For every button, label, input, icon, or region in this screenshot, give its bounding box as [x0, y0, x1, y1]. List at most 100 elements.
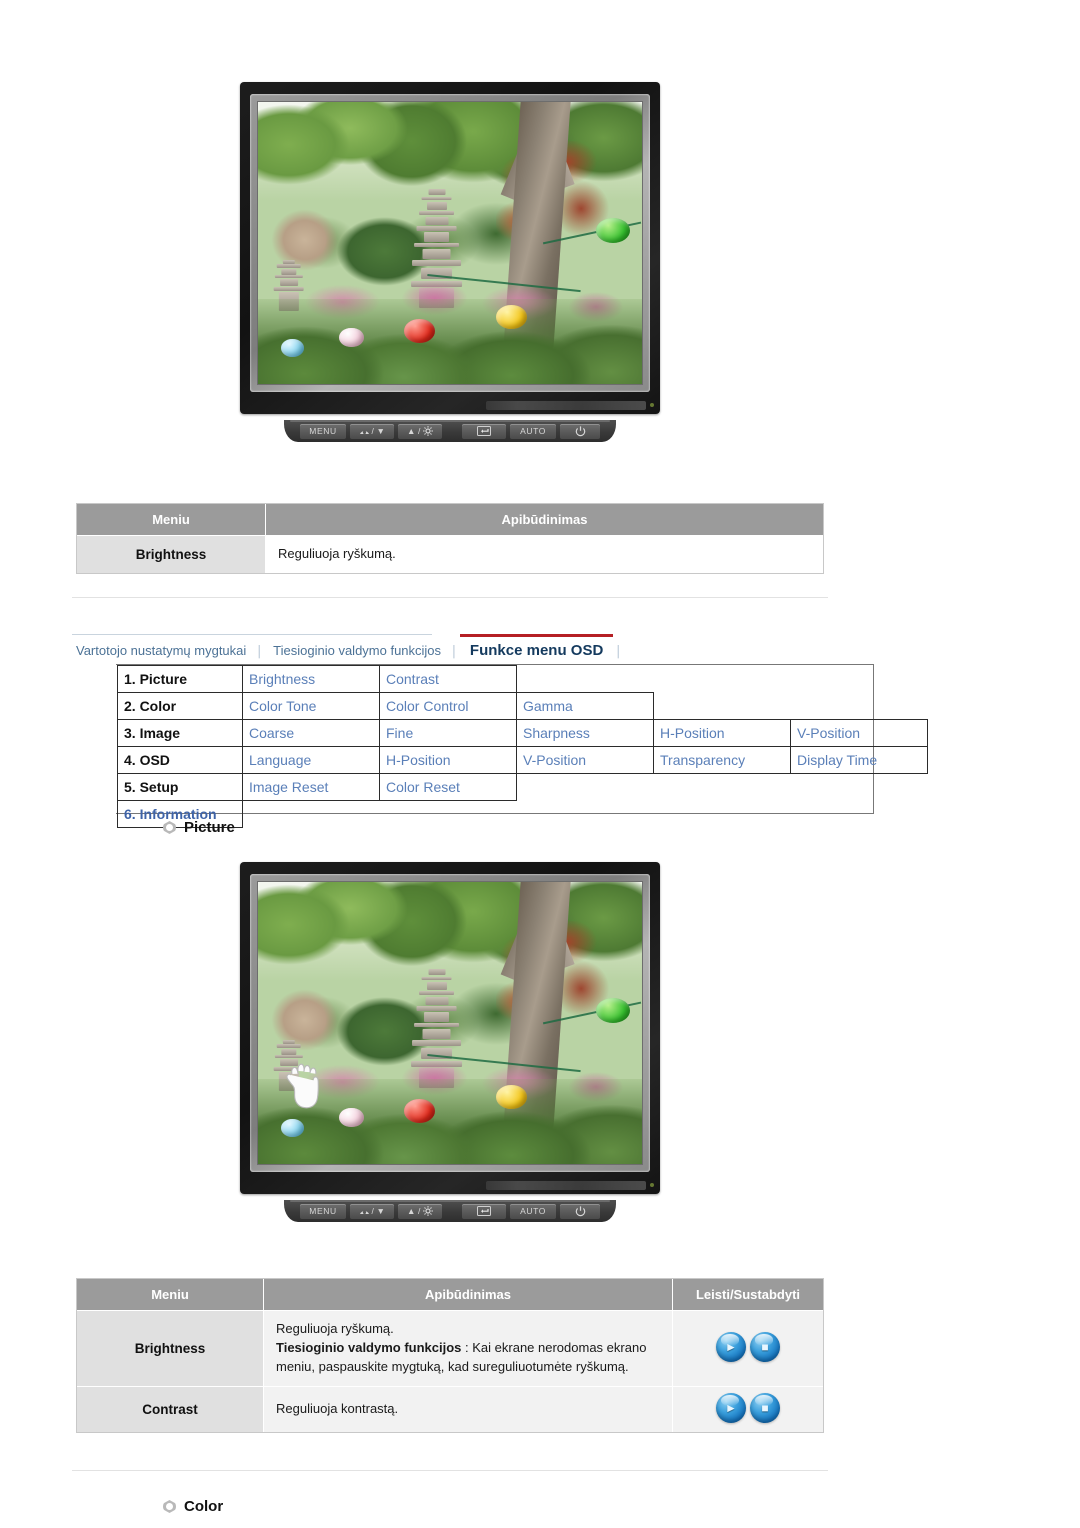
section-divider-bottom — [72, 1470, 828, 1471]
monitor-menu-button[interactable]: MENU — [300, 1203, 346, 1219]
up-arrow-icon: ▲ — [407, 426, 417, 436]
monitor-chin — [240, 392, 660, 414]
osd-category-color[interactable]: 2. Color — [117, 692, 243, 720]
monitor-bezel — [240, 82, 660, 414]
breadcrumb-nav: Vartotojo nustatymų mygtukai │ Tiesiogin… — [68, 634, 624, 663]
osd-empty-cell — [654, 693, 928, 720]
osd-empty-cell — [243, 801, 928, 828]
osd-empty-cell — [517, 666, 928, 693]
monitor-brightness-down-button[interactable]: / ▼ — [350, 423, 394, 439]
osd-item-contrast[interactable]: Contrast — [379, 665, 517, 693]
osd-item-transparency[interactable]: Transparency — [653, 746, 791, 774]
table-row: Brightness Reguliuoja ryškumą. Tiesiogin… — [77, 1310, 823, 1387]
lantern-red — [403, 1099, 435, 1124]
osd-item-h-position-osd[interactable]: H-Position — [379, 746, 517, 774]
osd-category-osd[interactable]: 4. OSD — [117, 746, 243, 774]
monitor-auto-button[interactable]: AUTO — [510, 423, 556, 439]
section-heading-label: Picture — [184, 819, 235, 836]
osd-map-row-information: 6. Information — [117, 800, 928, 828]
lantern-red — [403, 319, 435, 344]
column-header-description: Apibūdinimas — [263, 1279, 673, 1311]
osd-item-color-control[interactable]: Color Control — [379, 692, 517, 720]
brightness-icon — [359, 1210, 369, 1214]
section-heading-color: Color — [163, 1498, 223, 1515]
monitor-enter-button[interactable] — [462, 423, 506, 439]
osd-item-image-reset[interactable]: Image Reset — [242, 773, 380, 801]
lantern-pink — [338, 327, 364, 348]
menu-description-contrast: Reguliuoja kontrastą. — [263, 1385, 673, 1432]
menu-name-contrast: Contrast — [77, 1385, 264, 1432]
picture-controls-table: Meniu Apibūdinimas Leisti/Sustabdyti Bri… — [76, 1278, 824, 1433]
nav-separator: │ — [615, 646, 623, 658]
monitor-power-button[interactable] — [560, 1203, 600, 1219]
enter-icon — [477, 426, 491, 436]
stop-icon[interactable]: ■ — [750, 1392, 780, 1423]
osd-item-fine[interactable]: Fine — [379, 719, 517, 747]
osd-menu-map-table: 1. Picture Brightness Contrast 2. Color … — [117, 665, 928, 828]
nav-link-osd-menu-functions-active[interactable]: Funkce menu OSD — [459, 634, 614, 663]
monitor-brightness-up-button[interactable]: ▲ / — [398, 1203, 442, 1219]
monitor-power-button[interactable] — [560, 423, 600, 439]
nav-link-user-setup-buttons[interactable]: Vartotojo nustatymų mygtukai — [68, 639, 254, 663]
button-reflection — [486, 1181, 654, 1190]
osd-item-gamma[interactable]: Gamma — [516, 692, 654, 720]
osd-empty-cell — [517, 774, 928, 801]
brightness-description-table: Meniu Apibūdinimas Brightness Reguliuoja… — [76, 503, 824, 574]
section-divider-top — [72, 597, 828, 598]
monitor-menu-button[interactable]: MENU — [300, 423, 346, 439]
play-stop-cell-brightness: ► ■ — [672, 1310, 823, 1387]
sun-icon — [422, 1206, 433, 1216]
osd-category-setup[interactable]: 5. Setup — [117, 773, 243, 801]
monitor-illustration-top: MENU / ▼ ▲ / AUTO — [240, 82, 660, 442]
lantern-yellow — [496, 1085, 527, 1109]
osd-item-h-position-image[interactable]: H-Position — [653, 719, 791, 747]
monitor-enter-button[interactable] — [462, 1203, 506, 1219]
osd-item-color-reset[interactable]: Color Reset — [379, 773, 517, 801]
osd-item-coarse[interactable]: Coarse — [242, 719, 380, 747]
monitor-control-bar: MENU / ▼ ▲ / AUTO — [284, 420, 616, 442]
section-heading-picture: Picture — [163, 819, 235, 836]
column-header-menu: Meniu — [77, 1279, 264, 1311]
hand-cursor-icon — [286, 1063, 319, 1109]
table-header-row: Meniu Apibūdinimas Leisti/Sustabdyti — [77, 1279, 823, 1311]
monitor-inner-frame — [250, 874, 650, 1172]
diamond-circle-icon — [163, 1500, 176, 1513]
osd-item-v-position-osd[interactable]: V-Position — [516, 746, 654, 774]
menu-name-brightness: Brightness — [77, 534, 266, 573]
osd-category-picture[interactable]: 1. Picture — [117, 665, 243, 693]
osd-map-row-image: 3. Image Coarse Fine Sharpness H-Positio… — [117, 719, 928, 747]
osd-item-sharpness[interactable]: Sharpness — [516, 719, 654, 747]
monitor-brightness-up-button[interactable]: ▲ / — [398, 423, 442, 439]
monitor-screen — [257, 881, 643, 1165]
table-row: Contrast Reguliuoja kontrastą. ► ■ — [77, 1385, 823, 1432]
monitor-brightness-down-button[interactable]: / ▼ — [350, 1203, 394, 1219]
brightness-icon — [359, 430, 369, 434]
osd-item-v-position-image[interactable]: V-Position — [790, 719, 928, 747]
nav-separator: │ — [451, 646, 458, 658]
enter-icon — [477, 1206, 491, 1216]
osd-item-language[interactable]: Language — [242, 746, 380, 774]
power-icon — [575, 425, 585, 436]
column-header-menu: Meniu — [77, 504, 266, 536]
menu-name-brightness: Brightness — [77, 1310, 264, 1387]
play-icon[interactable]: ► — [716, 1331, 746, 1362]
table-row: Brightness Reguliuoja ryškumą. — [77, 534, 823, 573]
monitor-auto-button[interactable]: AUTO — [510, 1203, 556, 1219]
osd-map-row-picture: 1. Picture Brightness Contrast — [117, 665, 928, 693]
osd-item-display-time[interactable]: Display Time — [790, 746, 928, 774]
nav-separator: │ — [256, 646, 264, 658]
osd-map-row-osd: 4. OSD Language H-Position V-Position Tr… — [117, 746, 928, 774]
play-icon[interactable]: ► — [716, 1392, 746, 1423]
sun-icon — [422, 426, 433, 436]
nav-link-direct-control-functions[interactable]: Tiesioginio valdymo funkcijos — [265, 639, 449, 663]
table-header-row: Meniu Apibūdinimas — [77, 504, 823, 536]
description-line-1: Reguliuoja ryškumą. — [276, 1321, 394, 1336]
description-bold-lead: Tiesioginio valdymo funkcijos — [276, 1339, 462, 1355]
lantern-pink — [338, 1107, 364, 1128]
osd-item-color-tone[interactable]: Color Tone — [242, 692, 380, 720]
osd-category-image[interactable]: 3. Image — [117, 719, 243, 747]
stop-icon[interactable]: ■ — [750, 1331, 780, 1362]
menu-description-brightness: Reguliuoja ryškumą. Tiesioginio valdymo … — [263, 1310, 673, 1387]
osd-item-brightness[interactable]: Brightness — [242, 665, 380, 693]
lantern-yellow — [496, 305, 527, 329]
